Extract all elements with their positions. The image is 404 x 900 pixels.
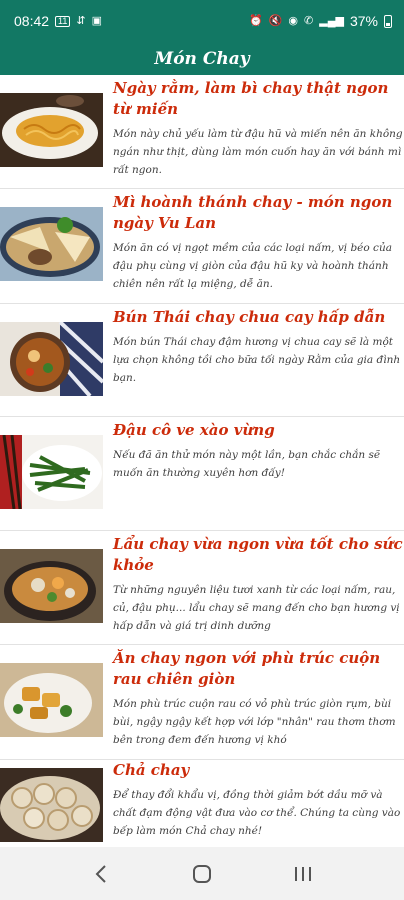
status-right: ⏰ 🔇 ◉ ✆ ▂▄▆ 37% — [249, 13, 392, 29]
item-description: Món phù trúc cuộn rau có vỏ phù trúc giò… — [113, 698, 396, 746]
gallery-icon: ▣ — [91, 14, 103, 27]
recents-button[interactable] — [283, 854, 323, 894]
item-title[interactable]: Mì hoành thánh chay - món ngon ngày Vu L… — [113, 192, 404, 234]
home-button[interactable] — [182, 854, 222, 894]
tofu-skin-roll-photo — [0, 663, 103, 737]
thai-noodle-soup-photo — [0, 322, 103, 396]
item-title[interactable]: Lẩu chay vừa ngon vừa tốt cho sức khỏe — [113, 534, 404, 576]
item-description: Món này chủ yếu làm từ đậu hũ và miến nê… — [113, 128, 403, 176]
wifi-call-icon: ✆ — [304, 14, 314, 27]
battery-icon — [384, 14, 392, 28]
list-item[interactable]: Chả chay Để thay đổi khẩu vị, đồng thời … — [0, 760, 404, 847]
status-left: 08:42 11 ⇵ ▣ — [14, 13, 102, 29]
signal-arrow-icon: ⇵ — [76, 14, 86, 27]
item-description: Từ những nguyên liệu tươi xanh từ các lo… — [113, 584, 400, 632]
item-title[interactable]: Bún Thái chay chua cay hấp dẫn — [113, 307, 404, 328]
app-bar: Món Chay — [0, 42, 404, 75]
list-item[interactable]: Bún Thái chay chua cay hấp dẫn Món bún T… — [0, 304, 404, 417]
item-title[interactable]: Chả chay — [113, 760, 404, 781]
list-item[interactable]: Lẩu chay vừa ngon vừa tốt cho sức khỏe T… — [0, 531, 404, 645]
hotspot-icon: ◉ — [288, 14, 299, 27]
list-item[interactable]: Ngày rằm, làm bì chay thật ngon từ miến … — [0, 75, 404, 189]
back-icon — [95, 864, 106, 883]
item-description: Món ăn có vị ngọt mềm của các loại nấm, … — [113, 242, 392, 290]
green-beans-photo — [0, 435, 103, 509]
recipe-list[interactable]: Ngày rằm, làm bì chay thật ngon từ miến … — [0, 75, 404, 847]
battery-percent: 37% — [349, 13, 378, 29]
list-item[interactable]: Mì hoành thánh chay - món ngon ngày Vu L… — [0, 189, 404, 304]
item-title[interactable]: Đậu cô ve xào vừng — [113, 420, 404, 441]
status-bar: 08:42 11 ⇵ ▣ ⏰ 🔇 ◉ ✆ ▂▄▆ 37% — [0, 0, 404, 42]
alarm-icon: ⏰ — [249, 14, 263, 27]
recents-icon — [295, 866, 312, 881]
system-nav-bar — [0, 847, 404, 900]
item-description: Nếu đã ăn thử món này một lần, bạn chắc … — [113, 449, 381, 479]
fried-noodles-photo — [0, 93, 103, 167]
sim-icon: 11 — [55, 15, 71, 27]
back-button[interactable] — [81, 854, 121, 894]
mute-icon: 🔇 — [268, 14, 283, 27]
page-title: Món Chay — [154, 48, 250, 69]
item-title[interactable]: Ngày rằm, làm bì chay thật ngon từ miến — [113, 78, 404, 120]
status-time: 08:42 — [14, 13, 50, 29]
vegetarian-sausage-photo — [0, 768, 103, 842]
item-description: Để thay đổi khẩu vị, đồng thời giảm bớt … — [113, 789, 401, 837]
hotpot-photo — [0, 549, 103, 623]
wonton-noodle-photo — [0, 207, 103, 281]
item-description: Món bún Thái chay đậm hương vị chua cay … — [113, 336, 401, 384]
item-title[interactable]: Ăn chay ngon với phù trúc cuộn rau chiên… — [113, 648, 404, 690]
home-icon — [192, 864, 211, 883]
list-item[interactable]: Ăn chay ngon với phù trúc cuộn rau chiên… — [0, 645, 404, 760]
signal-icon: ▂▄▆ — [319, 14, 344, 27]
list-item[interactable]: Đậu cô ve xào vừng Nếu đã ăn thử món này… — [0, 417, 404, 531]
